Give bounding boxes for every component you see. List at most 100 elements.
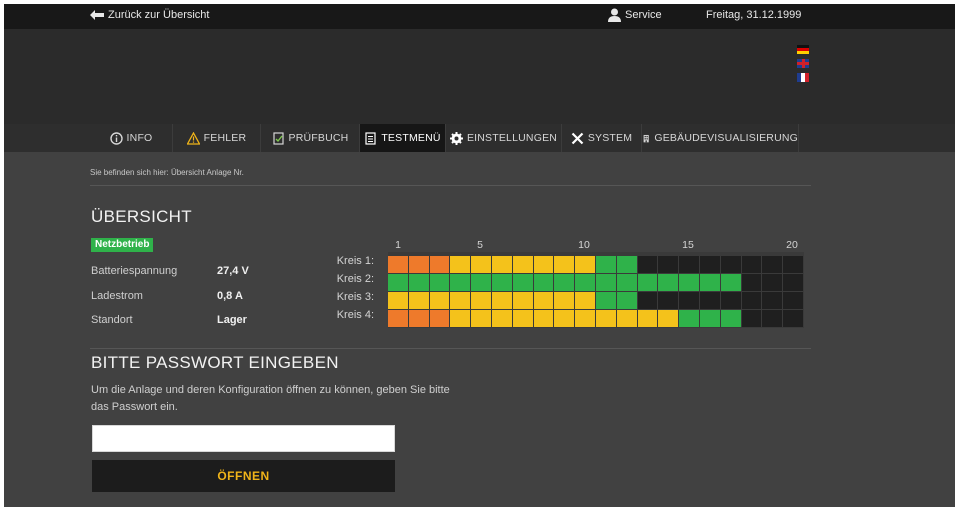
circuit-3-cell-20 bbox=[783, 292, 803, 309]
circuit-4-cell-3 bbox=[429, 310, 450, 327]
circuit-2-cell-19 bbox=[762, 274, 783, 291]
circuit-3-cell-3 bbox=[429, 292, 450, 309]
app-frame: Zurück zur Übersicht Service Freitag, 31… bbox=[4, 4, 955, 507]
service-user[interactable]: Service bbox=[608, 8, 662, 22]
service-label: Service bbox=[625, 9, 662, 21]
tab-info[interactable]: INFO bbox=[90, 124, 173, 152]
circuit-2-cell-13 bbox=[637, 274, 658, 291]
circuit-3-cell-12 bbox=[616, 292, 637, 309]
circuit-4-cell-8 bbox=[533, 310, 554, 327]
circuit-4-cell-9 bbox=[554, 310, 575, 327]
current-date: Freitag, 31.12.1999 bbox=[706, 9, 802, 21]
circuit-4-label: Kreis 4: bbox=[336, 309, 374, 321]
divider bbox=[90, 348, 811, 349]
circuit-4-cell-12 bbox=[616, 310, 637, 327]
tab-label: INFO bbox=[126, 132, 153, 144]
circuit-1-cell-5 bbox=[471, 256, 491, 273]
circuit-3-cell-17 bbox=[720, 292, 741, 309]
circuit-3-cell-2 bbox=[408, 292, 429, 309]
circuit-4-cell-10 bbox=[575, 310, 595, 327]
circuit-4-cell-1 bbox=[388, 310, 408, 327]
circuit-2-cell-9 bbox=[554, 274, 575, 291]
circuit-3-cell-14 bbox=[658, 292, 679, 309]
circuit-tick: 15 bbox=[682, 239, 694, 251]
circuit-tick: 5 bbox=[477, 239, 483, 251]
tab-label: SYSTEM bbox=[587, 132, 633, 144]
building-icon bbox=[643, 134, 649, 142]
location-value: Lager bbox=[217, 314, 247, 326]
circuit-2-cell-11 bbox=[596, 274, 616, 291]
breadcrumb: Sie befinden sich hier: Übersicht Anlage… bbox=[90, 168, 244, 177]
top-bar: Zurück zur Übersicht Service Freitag, 31… bbox=[4, 4, 955, 29]
circuit-3-cell-13 bbox=[637, 292, 658, 309]
circuit-2-cell-12 bbox=[616, 274, 637, 291]
circuit-1-cell-15 bbox=[679, 256, 699, 273]
circuit-3-cell-11 bbox=[596, 292, 616, 309]
circuit-4-cell-4 bbox=[450, 310, 471, 327]
tab-label: TESTMENÜ bbox=[381, 132, 441, 144]
circuit-3-cell-16 bbox=[700, 292, 720, 309]
battery-voltage-value: 27,4 V bbox=[217, 265, 249, 277]
password-input[interactable] bbox=[92, 425, 395, 452]
tab-label: GEBÄUDEVISUALISIERUNG bbox=[654, 132, 798, 144]
circuit-tick: 10 bbox=[578, 239, 590, 251]
circuit-3-cell-15 bbox=[679, 292, 699, 309]
circuit-2-cell-14 bbox=[658, 274, 679, 291]
circuit-3-cell-18 bbox=[741, 292, 762, 309]
flag-uk-icon[interactable] bbox=[797, 59, 809, 68]
location-label: Standort bbox=[91, 314, 133, 326]
tab-einstellungen[interactable]: EINSTELLUNGEN bbox=[446, 124, 562, 152]
tab-pruefbuch[interactable]: PRÜFBUCH bbox=[261, 124, 360, 152]
circuit-1-cell-6 bbox=[492, 256, 512, 273]
logbook-icon bbox=[272, 131, 284, 145]
tools-icon bbox=[571, 132, 584, 144]
circuit-2-cell-5 bbox=[471, 274, 491, 291]
circuit-3-cell-9 bbox=[554, 292, 575, 309]
circuit-4-cell-18 bbox=[741, 310, 762, 327]
circuit-2-cell-10 bbox=[575, 274, 595, 291]
circuit-3-cell-19 bbox=[762, 292, 783, 309]
circuit-3-cell-4 bbox=[450, 292, 471, 309]
header bbox=[4, 29, 955, 124]
circuit-1-cell-9 bbox=[554, 256, 575, 273]
circuit-1-cell-3 bbox=[429, 256, 450, 273]
circuit-3-cell-10 bbox=[575, 292, 595, 309]
warning-icon bbox=[186, 131, 200, 145]
tab-fehler[interactable]: FEHLER bbox=[173, 124, 261, 152]
circuit-2-cell-8 bbox=[533, 274, 554, 291]
circuit-4-cell-19 bbox=[762, 310, 783, 327]
back-to-overview-link[interactable]: Zurück zur Übersicht bbox=[90, 9, 209, 21]
circuit-4-cell-5 bbox=[471, 310, 491, 327]
info-icon bbox=[109, 131, 123, 145]
circuit-1-cell-19 bbox=[762, 256, 783, 273]
circuit-4-cell-11 bbox=[596, 310, 616, 327]
flag-fr-icon[interactable] bbox=[797, 73, 809, 82]
tab-system[interactable]: SYSTEM bbox=[562, 124, 642, 152]
arrow-left-icon bbox=[90, 10, 104, 20]
charge-current-value: 0,8 A bbox=[217, 290, 243, 302]
circuit-2-cell-17 bbox=[720, 274, 741, 291]
circuit-1-cell-13 bbox=[637, 256, 658, 273]
circuit-3-cell-7 bbox=[512, 292, 533, 309]
tab-gebaeudevisualisierung[interactable]: GEBÄUDEVISUALISIERUNG bbox=[642, 124, 799, 152]
circuit-1-cell-2 bbox=[408, 256, 429, 273]
circuit-4-cell-13 bbox=[637, 310, 658, 327]
circuit-3-cell-8 bbox=[533, 292, 554, 309]
circuit-2-cell-2 bbox=[408, 274, 429, 291]
open-button[interactable]: ÖFFNEN bbox=[92, 460, 395, 492]
user-icon bbox=[608, 8, 621, 22]
tab-testmenue[interactable]: TESTMENÜ bbox=[360, 124, 446, 152]
circuit-2-cell-18 bbox=[741, 274, 762, 291]
back-link-label: Zurück zur Übersicht bbox=[108, 9, 210, 21]
circuit-4-cell-7 bbox=[512, 310, 533, 327]
circuit-4-cell-14 bbox=[658, 310, 679, 327]
circuit-3-cell-5 bbox=[471, 292, 491, 309]
flag-de-icon[interactable] bbox=[797, 45, 809, 54]
circuit-1-cell-14 bbox=[658, 256, 679, 273]
circuit-2-cell-3 bbox=[429, 274, 450, 291]
tab-label: EINSTELLUNGEN bbox=[466, 132, 558, 144]
charge-current-label: Ladestrom bbox=[91, 290, 143, 302]
circuit-2-cell-7 bbox=[512, 274, 533, 291]
password-instructions: Um die Anlage und deren Konfiguration öf… bbox=[91, 384, 450, 413]
circuit-1-cell-4 bbox=[450, 256, 471, 273]
